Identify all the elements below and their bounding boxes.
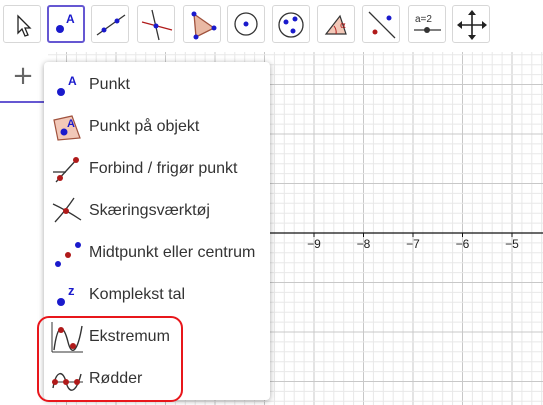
- reflect-tool-button[interactable]: [362, 5, 400, 43]
- slider-tool-button[interactable]: a=2: [408, 5, 446, 43]
- perpendicular-line-icon: [141, 9, 173, 41]
- angle-tool-button[interactable]: α: [317, 5, 355, 43]
- menu-item-label: Punkt på objekt: [89, 118, 200, 135]
- intersect-icon: [52, 197, 82, 223]
- menu-item-label: Rødder: [89, 370, 143, 387]
- slider-tool-label: a=2: [415, 14, 432, 25]
- circle-three-points-icon: [278, 12, 304, 38]
- menu-item-attach-detach[interactable]: Forbind / frigør punkt: [44, 148, 270, 190]
- point-tool-letter: A: [66, 12, 75, 26]
- complex-number-icon: z: [57, 283, 75, 306]
- circle-center-icon: [234, 12, 258, 36]
- midpoint-icon: [55, 242, 81, 267]
- menu-item-label: Skæringsværktøj: [89, 202, 210, 219]
- line-tool-button[interactable]: [91, 5, 129, 43]
- svg-text:α: α: [340, 21, 346, 31]
- menu-item-extremum[interactable]: Ekstremum: [44, 316, 270, 358]
- roots-icon: [52, 373, 83, 391]
- point-on-object-icon-letter: A: [67, 118, 75, 130]
- toolbar: A α a=2: [0, 0, 543, 52]
- reflect-icon: [368, 11, 396, 39]
- menu-item-point-on-object[interactable]: A Punkt på objekt: [44, 106, 270, 148]
- menu-item-label: Forbind / frigør punkt: [89, 160, 238, 177]
- menu-item-roots[interactable]: Rødder: [44, 358, 270, 400]
- slider-icon: a=2: [414, 14, 441, 33]
- polygon-tool-button[interactable]: [183, 5, 221, 43]
- circle-center-tool-button[interactable]: [227, 5, 265, 43]
- menu-item-midpoint[interactable]: Midtpunkt eller centrum: [44, 232, 270, 274]
- extremum-icon: [51, 322, 83, 353]
- point-icon: A: [56, 12, 75, 33]
- menu-item-point[interactable]: A Punkt: [44, 64, 270, 106]
- menu-item-label: Midtpunkt eller centrum: [89, 244, 256, 261]
- circle-three-points-tool-button[interactable]: [272, 5, 310, 43]
- point-tools-menu: A Punkt A Punkt på objekt Forbind / frig…: [44, 62, 270, 400]
- add-input-button[interactable]: +: [8, 62, 38, 92]
- move-graphics-view-tool-button[interactable]: [452, 5, 490, 43]
- line-icon: [96, 14, 126, 36]
- complex-icon-letter: z: [68, 283, 75, 298]
- x-tick-label: −8: [357, 237, 371, 251]
- menu-item-label: Komplekst tal: [89, 286, 186, 303]
- point-icon: A: [57, 74, 77, 96]
- menu-item-label: Ekstremum: [89, 328, 170, 345]
- attach-detach-point-icon: [53, 157, 79, 183]
- x-tick-label: −6: [456, 237, 470, 251]
- angle-icon: α: [324, 14, 347, 35]
- x-tick-label: −9: [307, 237, 321, 251]
- move-arrows-icon: [457, 10, 487, 40]
- perpendicular-line-tool-button[interactable]: [137, 5, 175, 43]
- menu-item-label: Punkt: [89, 76, 130, 93]
- point-tool-button[interactable]: A: [47, 5, 85, 43]
- menu-item-intersect[interactable]: Skæringsværktøj: [44, 190, 270, 232]
- panel-tab-underline: [0, 101, 48, 103]
- x-tick-label: −7: [406, 237, 420, 251]
- polygon-icon: [191, 11, 217, 40]
- algebra-panel: +: [0, 52, 48, 405]
- menu-item-complex-number[interactable]: z Komplekst tal: [44, 274, 270, 316]
- point-on-object-icon: A: [53, 115, 81, 141]
- cursor-arrow-icon: [17, 14, 32, 37]
- x-tick-label: −5: [505, 237, 519, 251]
- move-tool-button[interactable]: [3, 5, 41, 43]
- point-icon-letter: A: [68, 74, 77, 88]
